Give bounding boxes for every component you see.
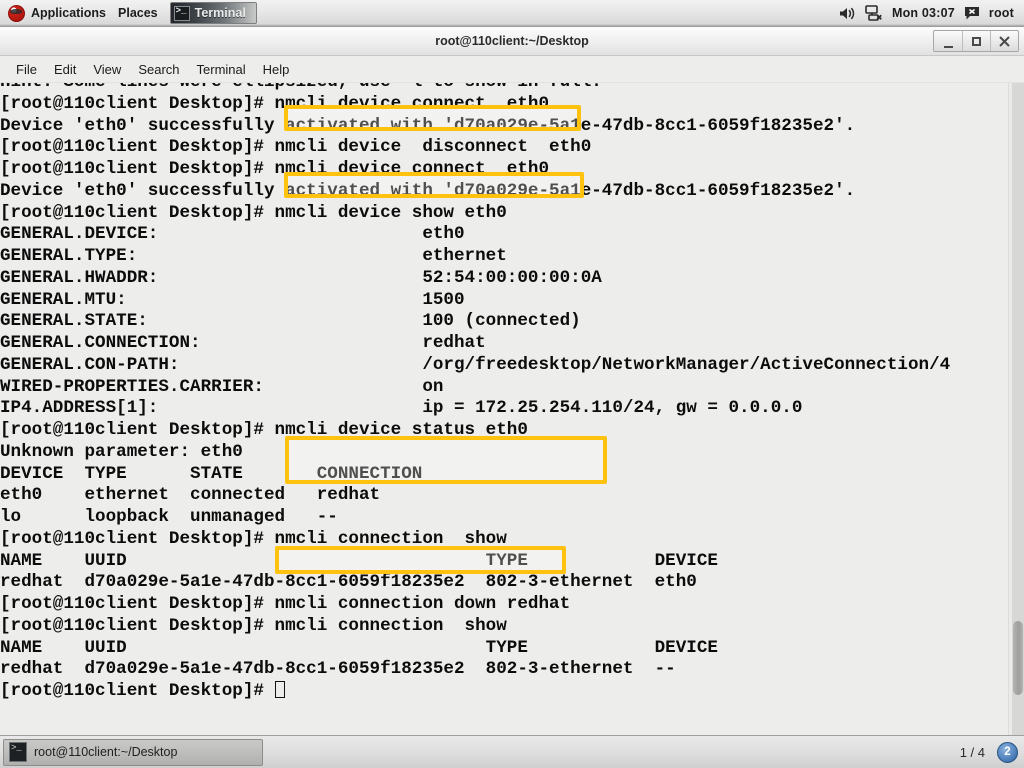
- terminal-line: lo loopback unmanaged --: [0, 507, 338, 527]
- terminal-line: Unknown parameter: eth0: [0, 441, 243, 462]
- terminal-line: redhat d70a029e-5a1e-47db-8cc1-6059f1823…: [0, 572, 697, 593]
- taskbar-window-button[interactable]: root@110client:~/Desktop: [3, 738, 263, 766]
- menu-search[interactable]: Search: [130, 59, 187, 80]
- close-icon: [999, 35, 1010, 47]
- menu-help[interactable]: Help: [255, 59, 298, 80]
- terminal-icon: [173, 5, 190, 21]
- applications-menu-label: Applications: [31, 6, 107, 20]
- terminal-line: GENERAL.DEVICE: eth0: [0, 224, 465, 245]
- network-disconnected-icon[interactable]: [865, 5, 883, 21]
- terminal-line: GENERAL.CONNECTION: redhat: [0, 333, 486, 353]
- terminal-window: root@110client:~/Desktop File Edit View: [0, 27, 1024, 735]
- terminal-scrollbar[interactable]: [1008, 83, 1024, 735]
- places-menu[interactable]: Places: [114, 0, 166, 26]
- terminal-line: GENERAL.CON-PATH: /org/freedesktop/Netwo…: [0, 354, 951, 375]
- menu-view[interactable]: View: [85, 59, 129, 80]
- bottom-taskbar: root@110client:~/Desktop 1 / 4 2: [0, 735, 1024, 768]
- close-button[interactable]: [990, 31, 1018, 51]
- terminal-line: GENERAL.MTU: 1500: [0, 289, 465, 310]
- panel-spacer: [257, 0, 839, 26]
- panel-window-button-label: Terminal: [194, 6, 246, 20]
- user-account-icon[interactable]: [964, 6, 980, 21]
- window-titlebar[interactable]: root@110client:~/Desktop: [0, 27, 1024, 56]
- terminal-line: [root@110client Desktop]# nmcli connecti…: [0, 615, 507, 636]
- top-panel: Applications Places Terminal: [0, 0, 1024, 27]
- menu-edit[interactable]: Edit: [46, 59, 84, 80]
- terminal-line: GENERAL.TYPE: ethernet: [0, 246, 507, 266]
- terminal-line: [root@110client Desktop]# nmcli device d…: [0, 137, 592, 158]
- terminal-line: Hint: Some lines were ellipsized, use -l…: [0, 83, 1000, 94]
- terminal-line: [root@110client Desktop]# nmcli connecti…: [0, 528, 507, 549]
- terminal-output-area[interactable]: Hint: Some lines were ellipsized, use -l…: [0, 83, 1024, 735]
- maximize-icon: [972, 36, 981, 46]
- terminal-icon: [9, 742, 27, 762]
- notification-badge[interactable]: 2: [997, 741, 1018, 763]
- volume-speaker-icon[interactable]: [839, 6, 856, 21]
- window-title: root@110client:~/Desktop: [435, 34, 589, 48]
- minimize-icon: [943, 46, 953, 48]
- applications-menu[interactable]: Applications: [0, 0, 114, 26]
- menu-terminal[interactable]: Terminal: [189, 59, 254, 80]
- screen: Applications Places Terminal: [0, 0, 1024, 768]
- terminal-line: DEVICE TYPE STATE CONNECTION: [0, 463, 423, 484]
- terminal-line: [root@110client Desktop]# nmcli device c…: [0, 159, 550, 179]
- minimize-button[interactable]: [934, 31, 962, 51]
- taskbar-window-label: root@110client:~/Desktop: [34, 745, 178, 759]
- window-controls: [933, 30, 1019, 52]
- terminal-line: Device 'eth0' successfully activated wit…: [0, 180, 856, 201]
- redhat-logo-icon: [8, 4, 25, 22]
- maximize-button[interactable]: [962, 31, 990, 51]
- menubar: File Edit View Search Terminal Help: [0, 56, 1024, 83]
- terminal-line: NAME UUID TYPE DEVICE: [0, 637, 718, 658]
- terminal-line: NAME UUID TYPE DEVICE: [0, 550, 718, 571]
- terminal-line: [root@110client Desktop]#: [0, 681, 1000, 703]
- terminal-line: GENERAL.HWADDR: 52:54:00:00:00:0A: [0, 267, 602, 288]
- terminal-line: IP4.ADDRESS[1]: ip = 172.25.254.110/24, …: [0, 398, 803, 419]
- panel-user-label[interactable]: root: [989, 6, 1014, 20]
- terminal-line: eth0 ethernet connected redhat: [0, 485, 381, 506]
- scrollbar-thumb[interactable]: [1013, 621, 1023, 695]
- panel-window-button-terminal[interactable]: Terminal: [169, 2, 257, 24]
- panel-clock[interactable]: Mon 03:07: [892, 6, 955, 20]
- workspace-switcher[interactable]: 1 / 4: [960, 745, 997, 760]
- terminal-text: Hint: Some lines were ellipsized, use -l…: [0, 83, 1000, 703]
- terminal-cursor: [274, 681, 285, 698]
- places-menu-label: Places: [118, 6, 158, 20]
- terminal-line: GENERAL.STATE: 100 (connected): [0, 311, 581, 332]
- terminal-line: [root@110client Desktop]# nmcli device s…: [0, 420, 528, 440]
- panel-status-area: Mon 03:07 root: [839, 0, 1024, 26]
- terminal-line: redhat d70a029e-5a1e-47db-8cc1-6059f1823…: [0, 659, 676, 680]
- terminal-line: Device 'eth0' successfully activated wit…: [0, 115, 856, 136]
- terminal-line: [root@110client Desktop]# nmcli connecti…: [0, 594, 571, 614]
- terminal-line: WIRED-PROPERTIES.CARRIER: on: [0, 376, 444, 397]
- menu-file[interactable]: File: [8, 59, 45, 80]
- terminal-line: [root@110client Desktop]# nmcli device c…: [0, 93, 550, 114]
- terminal-line: [root@110client Desktop]# nmcli device s…: [0, 202, 507, 223]
